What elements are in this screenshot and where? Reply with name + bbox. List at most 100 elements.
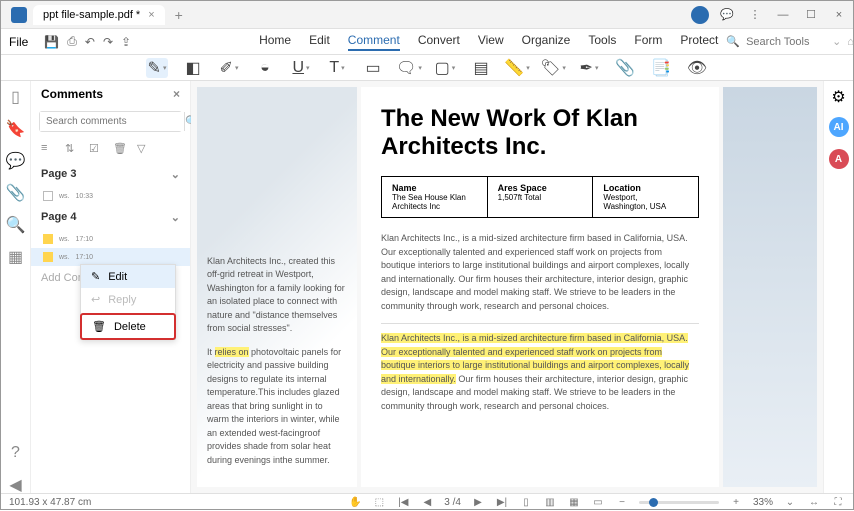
zoom-slider[interactable]: [639, 501, 719, 504]
zoom-in-icon[interactable]: +: [729, 496, 743, 510]
dimensions-readout: 101.93 x 47.87 cm: [9, 497, 91, 508]
page-number[interactable]: 3 /4: [444, 497, 461, 508]
measure-icon[interactable]: 📏▾: [506, 58, 528, 78]
comment-search-input[interactable]: [40, 112, 184, 131]
tab-view[interactable]: View: [478, 33, 504, 51]
comment-item[interactable]: ws. 17:10: [31, 230, 190, 248]
filter-icon[interactable]: ▽: [137, 142, 151, 156]
textbox-icon[interactable]: T▾: [326, 58, 348, 78]
expand-icon[interactable]: ⇅: [65, 142, 79, 156]
comment-item[interactable]: ws. 10:33: [31, 187, 190, 205]
comments-list-icon[interactable]: 📑: [650, 58, 672, 78]
tool-search-input[interactable]: [746, 36, 826, 48]
stamp-icon[interactable]: 🏷▾: [542, 58, 564, 78]
document-tab[interactable]: ppt file-sample.pdf * ×: [33, 5, 165, 25]
tab-comment[interactable]: Comment: [348, 33, 400, 51]
page-3-header[interactable]: Page 3 ⌄: [31, 162, 190, 187]
first-page-icon[interactable]: |◀: [396, 496, 410, 510]
document-title: The New Work Of Klan Architects Inc.: [381, 105, 699, 160]
callout-icon[interactable]: ▭: [362, 58, 384, 78]
page-4-header[interactable]: Page 4 ⌄: [31, 205, 190, 230]
layers-icon[interactable]: ▦: [8, 249, 24, 265]
new-tab-button[interactable]: +: [175, 7, 183, 23]
print-icon[interactable]: ⎙: [67, 33, 77, 51]
tab-organize[interactable]: Organize: [522, 33, 571, 51]
single-page-icon[interactable]: ▯: [519, 496, 533, 510]
save-icon[interactable]: 💾: [44, 33, 59, 51]
redo-icon[interactable]: ↷: [103, 33, 113, 51]
highlighted-paragraph: Klan Architects Inc., is a mid-sized arc…: [381, 332, 699, 413]
sort-icon[interactable]: ≡: [41, 142, 55, 156]
thumbnail-icon[interactable]: ▯: [8, 89, 24, 105]
checkbox-icon[interactable]: [43, 191, 53, 201]
attachment-rail-icon[interactable]: 📎: [8, 185, 24, 201]
maximize-button[interactable]: ☐: [801, 5, 821, 25]
eraser-icon[interactable]: ◒: [254, 58, 276, 78]
tool-search[interactable]: 🔍 ⌄ ⌂: [726, 35, 854, 48]
zoom-dropdown-icon[interactable]: ⌄: [783, 496, 797, 510]
undo-icon[interactable]: ↶: [85, 33, 95, 51]
fit-width-icon[interactable]: ↔: [807, 496, 821, 510]
note-icon[interactable]: 🗨▾: [398, 58, 420, 78]
tab-convert[interactable]: Convert: [418, 33, 460, 51]
close-button[interactable]: ×: [829, 5, 849, 25]
file-menu[interactable]: File: [9, 35, 28, 49]
check-icon[interactable]: ☑: [89, 142, 103, 156]
user-avatar-icon[interactable]: [691, 6, 709, 24]
prev-page-icon[interactable]: ◀: [420, 496, 434, 510]
document-view[interactable]: Klan Architects Inc., created this off-g…: [191, 81, 823, 493]
zoom-level[interactable]: 33%: [753, 497, 773, 508]
context-edit[interactable]: ✎ Edit: [81, 265, 175, 288]
zoom-out-icon[interactable]: −: [615, 496, 629, 510]
help-rail-icon[interactable]: ?: [8, 445, 24, 461]
tab-tools[interactable]: Tools: [588, 33, 616, 51]
highlighter-icon[interactable]: ✎▾: [146, 58, 168, 78]
bookmark-icon[interactable]: 🔖: [8, 121, 24, 137]
tab-edit[interactable]: Edit: [309, 33, 330, 51]
select-tool-icon[interactable]: ⬚: [372, 496, 386, 510]
attach-icon[interactable]: 📎: [614, 58, 636, 78]
delete-icon: 🗑: [92, 320, 106, 333]
feedback-icon[interactable]: 💬: [717, 5, 737, 25]
properties-icon[interactable]: ⚙: [831, 89, 847, 105]
collapse-rail-icon[interactable]: ◀: [8, 477, 24, 493]
more-icon[interactable]: ⋮: [745, 5, 765, 25]
shape-icon[interactable]: ▢▾: [434, 58, 456, 78]
tab-close-icon[interactable]: ×: [148, 9, 154, 21]
read-mode-icon[interactable]: ▭: [591, 496, 605, 510]
share-icon[interactable]: ⇪: [121, 33, 131, 51]
next-page-icon[interactable]: ▶: [471, 496, 485, 510]
tab-form[interactable]: Form: [634, 33, 662, 51]
menu-tabs: Home Edit Comment Convert View Organize …: [259, 33, 718, 51]
highlight-badge-icon: [43, 234, 53, 244]
status-bar: 101.93 x 47.87 cm ✋ ⬚ |◀ ◀ 3 /4 ▶ ▶| ▯ ▥…: [1, 493, 853, 511]
context-delete[interactable]: 🗑 Delete: [82, 315, 174, 338]
last-page-icon[interactable]: ▶|: [495, 496, 509, 510]
underline-icon[interactable]: U▾: [290, 58, 312, 78]
highlight-badge-icon: [43, 252, 53, 262]
pencil-icon[interactable]: ✐▾: [218, 58, 240, 78]
hand-tool-icon[interactable]: ✋: [348, 496, 362, 510]
tab-protect[interactable]: Protect: [680, 33, 718, 51]
continuous-icon[interactable]: ▥: [543, 496, 557, 510]
area-highlight-icon[interactable]: ◧: [182, 58, 204, 78]
stamp-preview-icon[interactable]: ▤: [470, 58, 492, 78]
search-rail-icon[interactable]: 🔍: [8, 217, 24, 233]
two-page-icon[interactable]: ▦: [567, 496, 581, 510]
minimize-button[interactable]: —: [773, 5, 793, 25]
search-icon: 🔍: [726, 35, 740, 48]
comments-rail-icon[interactable]: 💬: [8, 153, 24, 169]
page-left-column: Klan Architects Inc., created this off-g…: [197, 87, 357, 487]
collapse-ribbon-icon[interactable]: ⌄: [832, 35, 841, 48]
comment-search[interactable]: 🔍: [39, 111, 182, 132]
context-reply: ↩ Reply: [81, 288, 175, 311]
tab-home[interactable]: Home: [259, 33, 291, 51]
signature-icon[interactable]: ✒▾: [578, 58, 600, 78]
panel-close-icon[interactable]: ×: [173, 87, 180, 101]
fullscreen-icon[interactable]: ⛶: [831, 496, 845, 510]
help-icon[interactable]: ⌂: [847, 36, 854, 48]
hide-comments-icon[interactable]: 👁: [686, 58, 708, 78]
translate-icon[interactable]: A: [829, 149, 849, 169]
delete-all-icon[interactable]: 🗑: [113, 142, 127, 156]
ai-assistant-icon[interactable]: AI: [829, 117, 849, 137]
